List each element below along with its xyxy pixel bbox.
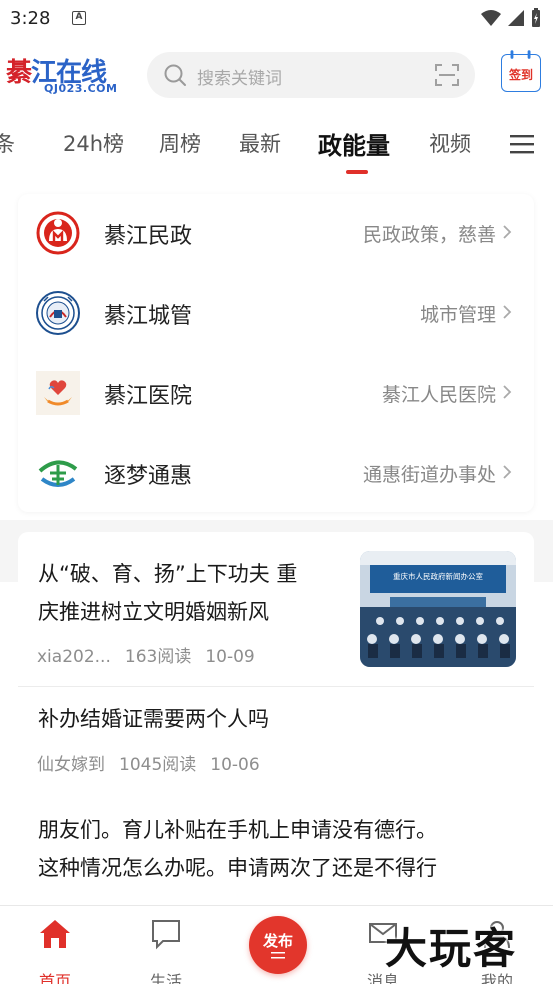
status-bar: 3:28 A	[0, 0, 553, 36]
article-date: 10-06	[210, 755, 260, 775]
category-tabs: 条 24h榜 周榜 最新 政能量 视频	[0, 118, 553, 178]
nav-home[interactable]: 首页	[15, 918, 95, 984]
article-title-line: 朋友们。育儿补贴在手机上申请没有德行。	[38, 818, 437, 842]
app-logo[interactable]: 綦江在线 QJ023.COM	[6, 52, 130, 100]
article-meta: 仙女嫁到 1045阅读 10-06	[37, 750, 274, 775]
checkin-button[interactable]: 签到	[501, 50, 541, 92]
article-title: 从“破、育、扬”上下功夫 重 庆推进树立文明婚姻新风	[38, 555, 348, 631]
thumbnail-banner-text: 重庆市人民政府新闻办公室	[393, 571, 483, 581]
calendar-icon	[510, 50, 531, 59]
article-author: xia202...	[37, 647, 111, 667]
battery-icon	[532, 8, 540, 27]
logo-first-char: 綦	[6, 58, 32, 88]
article-reads: 1045阅读	[119, 755, 197, 775]
tonghui-logo-icon	[38, 453, 78, 493]
chevron-right-icon	[503, 385, 512, 399]
signal-icon	[508, 10, 524, 26]
wifi-icon	[481, 10, 501, 26]
logo-domain: QJ023.COM	[44, 82, 118, 95]
chevron-right-icon	[503, 305, 512, 319]
tab-latest[interactable]: 最新	[239, 128, 281, 158]
urban-management-emblem-icon	[36, 291, 80, 335]
gov-account-row[interactable]: 綦江医院 綦江人民医院	[18, 354, 534, 434]
tab-video[interactable]: 视频	[429, 128, 471, 158]
scan-icon[interactable]	[435, 64, 459, 86]
search-bar[interactable]: 搜索关键词	[147, 52, 475, 98]
gov-accounts-card: 綦江民政 民政政策，慈善 綦江城管 城市管理 綦江医院 綦江人民医院 逐梦通惠 …	[18, 194, 534, 512]
chevron-right-icon	[503, 225, 512, 239]
status-icons	[481, 8, 541, 28]
article-reads: 163阅读	[124, 647, 192, 667]
article-meta: xia202... 163阅读 10-09	[37, 642, 269, 667]
hospital-heart-logo-icon	[36, 371, 80, 415]
gov-account-desc: 通惠街道办事处	[362, 464, 496, 486]
publish-label: 发布	[262, 932, 293, 950]
tab-headlines[interactable]: 条	[0, 128, 15, 158]
article-date: 10-09	[205, 647, 255, 667]
chevron-right-icon	[503, 465, 512, 479]
checkin-label: 签到	[508, 68, 533, 82]
search-placeholder[interactable]: 搜索关键词	[197, 64, 282, 89]
status-time: 3:28	[10, 8, 51, 29]
menu-icon[interactable]	[510, 134, 534, 154]
nav-home-label: 首页	[38, 972, 71, 984]
tab-24h-rank[interactable]: 24h榜	[63, 128, 124, 158]
nav-life-label: 生活	[149, 972, 182, 984]
gov-account-desc: 民政政策，慈善	[362, 224, 496, 246]
gov-account-name: 逐梦通惠	[104, 464, 193, 489]
article-author: 仙女嫁到	[37, 755, 105, 775]
gov-account-name: 綦江民政	[104, 224, 193, 249]
tab-weekly-rank[interactable]: 周榜	[159, 128, 201, 158]
chat-bubble-icon	[152, 920, 180, 950]
article-divider	[18, 686, 534, 687]
gov-account-desc: 城市管理	[419, 304, 496, 326]
publish-button[interactable]: 发布	[249, 916, 307, 974]
article-title-line: 庆推进树立文明婚姻新风	[38, 600, 269, 624]
app-header: 綦江在线 QJ023.COM 搜索关键词 签到	[0, 44, 553, 104]
gov-account-row[interactable]: 綦江民政 民政政策，慈善	[18, 194, 534, 274]
press-conference-image: 重庆市人民政府新闻办公室	[360, 551, 516, 667]
gov-account-name: 綦江医院	[104, 384, 193, 409]
article-title: 补办结婚证需要两个人吗	[38, 707, 269, 731]
active-tab-indicator	[346, 170, 368, 174]
watermark: 大玩客	[385, 924, 518, 973]
home-icon	[40, 920, 70, 948]
article-title: 朋友们。育儿补贴在手机上申请没有德行。 这种情况怎么办呢。申请两次了还是不得行	[38, 811, 437, 887]
search-icon	[164, 64, 186, 86]
gov-account-desc: 綦江人民医院	[381, 384, 496, 406]
gov-account-row[interactable]: 綦江城管 城市管理	[18, 274, 534, 354]
article-title-line: 从“破、育、扬”上下功夫 重	[38, 562, 298, 586]
tab-positive-energy[interactable]: 政能量	[318, 126, 390, 161]
notification-icon: A	[72, 11, 86, 25]
publish-icon	[271, 952, 285, 959]
article-thumbnail[interactable]: 重庆市人民政府新闻办公室	[360, 551, 516, 667]
article-title-line: 这种情况怎么办呢。申请两次了还是不得行	[38, 856, 437, 880]
gov-account-name: 綦江城管	[104, 304, 193, 329]
nav-life[interactable]: 生活	[126, 918, 206, 984]
gov-account-row[interactable]: 逐梦通惠 通惠街道办事处	[18, 434, 534, 514]
civil-affairs-logo-icon	[36, 211, 80, 255]
